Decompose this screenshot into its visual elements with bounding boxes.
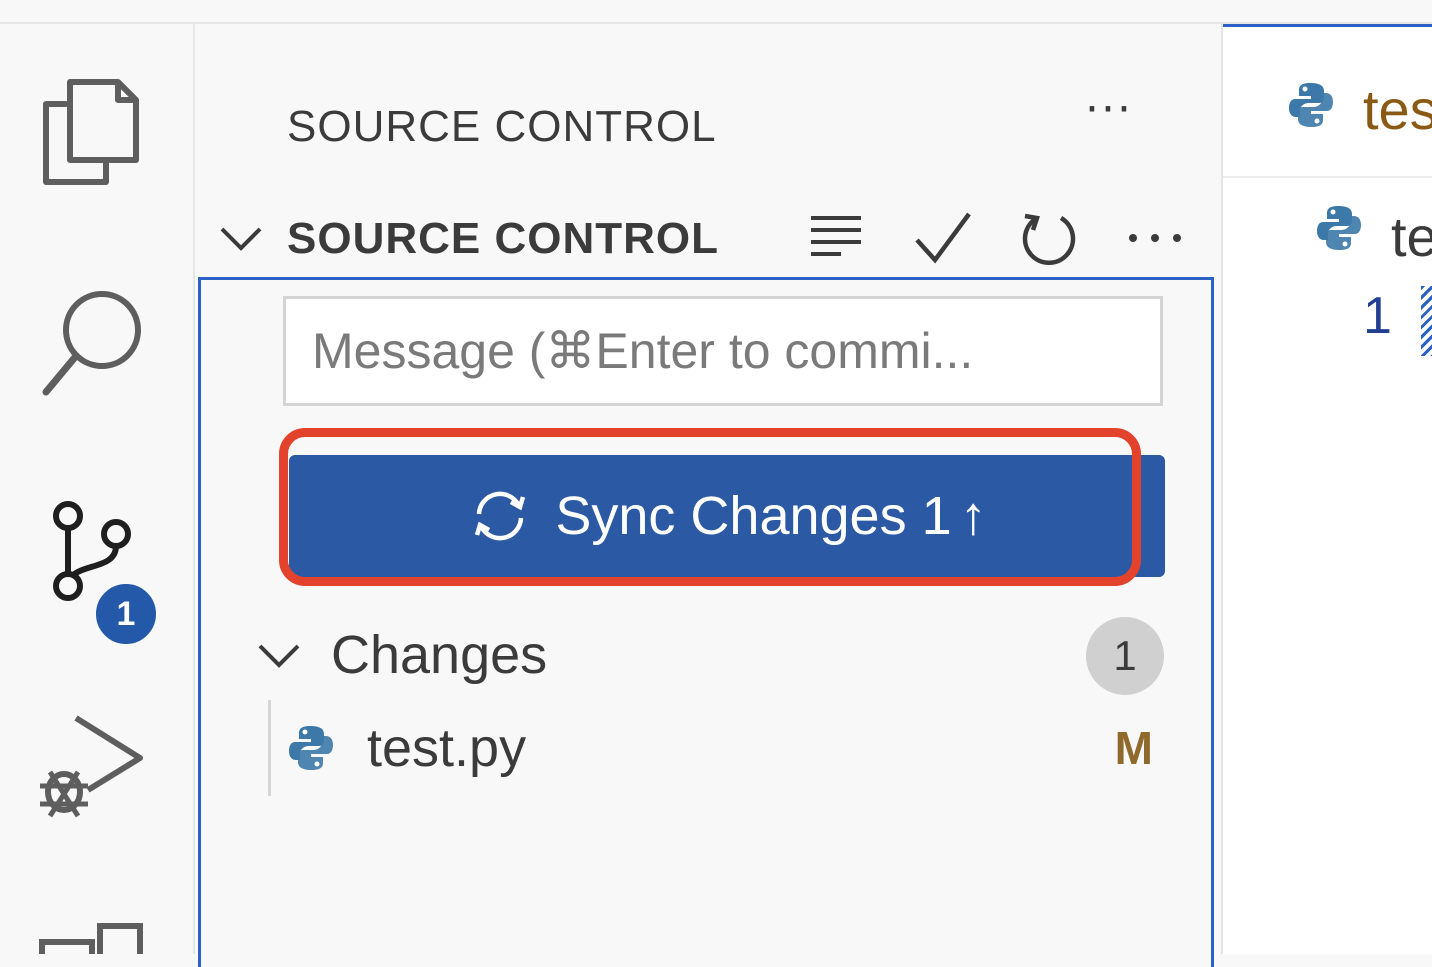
gutter-change-indicator <box>1421 286 1432 356</box>
search-icon[interactable] <box>40 286 150 398</box>
file-status-modified: M <box>1114 722 1153 774</box>
source-control-badge: 1 <box>92 580 160 648</box>
activity-bar: 1 <box>0 24 195 954</box>
sync-arrow: ↑ <box>959 486 987 546</box>
section-title: SOURCE CONTROL <box>287 214 719 263</box>
editor-area: tes te 1 <box>1221 24 1432 954</box>
python-icon <box>1289 83 1333 127</box>
refresh-icon[interactable] <box>1017 208 1079 270</box>
changes-count-badge: 1 <box>1086 617 1164 695</box>
window-top-strip <box>0 0 1432 24</box>
commit-check-icon[interactable] <box>913 208 973 268</box>
changes-label: Changes <box>331 625 548 685</box>
chevron-down-icon[interactable] <box>219 224 263 254</box>
changes-group-header[interactable]: Changes 1 <box>251 615 1171 695</box>
run-debug-icon[interactable] <box>36 712 148 820</box>
editor-tab[interactable]: tes <box>1223 24 1432 178</box>
extensions-icon[interactable] <box>38 920 148 954</box>
more-icon[interactable] <box>1125 230 1185 246</box>
breadcrumb-file[interactable]: te <box>1391 204 1432 269</box>
sync-changes-button[interactable]: Sync Changes 1 ↑ <box>289 455 1165 577</box>
python-icon <box>289 726 333 770</box>
editor-tab-label: tes <box>1363 78 1432 141</box>
source-control-panel: Sync Changes 1 ↑ Changes 1 test.py M <box>198 277 1214 967</box>
sidebar-more-button[interactable]: ··· <box>1085 84 1133 135</box>
tree-indent-guide <box>268 700 271 796</box>
sync-changes-label: Sync Changes 1 <box>555 486 952 546</box>
file-name: test.py <box>367 718 527 778</box>
section-header[interactable]: SOURCE CONTROL <box>215 204 1195 274</box>
sidebar-title: SOURCE CONTROL <box>287 102 717 151</box>
python-icon <box>1317 206 1361 250</box>
sync-icon <box>475 491 526 541</box>
files-icon[interactable] <box>40 76 140 186</box>
chevron-down-icon[interactable] <box>257 641 301 671</box>
source-control-sidebar: SOURCE CONTROL ··· SOURCE CONTROL Messag… <box>195 24 1219 967</box>
list-view-icon[interactable] <box>809 212 865 266</box>
line-number: 1 <box>1363 287 1392 345</box>
commit-message-input[interactable] <box>283 296 1163 406</box>
changed-file-row[interactable]: test.py M <box>283 700 1163 796</box>
